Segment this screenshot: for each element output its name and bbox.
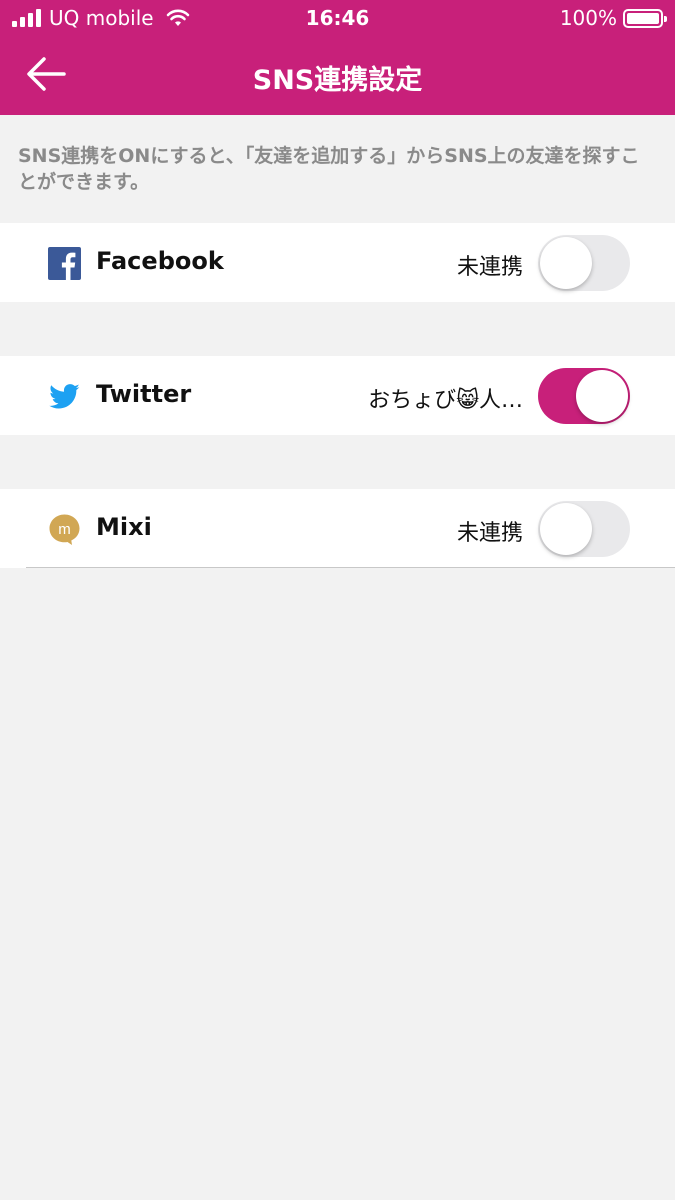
twitter-icon: [49, 384, 80, 409]
mixi-status: 未連携: [456, 521, 523, 546]
facebook-row: Facebook 未連携: [0, 223, 675, 302]
svg-text:m: m: [58, 521, 71, 538]
toggle-knob: [540, 503, 592, 555]
nav-bar: SNS連携設定: [0, 36, 675, 115]
status-right: 100%: [559, 6, 667, 30]
facebook-status: 未連携: [456, 255, 523, 280]
facebook-icon: [48, 247, 81, 280]
mixi-row: m Mixi 未連携: [0, 489, 675, 568]
battery-icon: [623, 8, 667, 28]
facebook-label: Facebook: [96, 247, 224, 275]
page-title: SNS連携設定: [252, 65, 423, 96]
row-divider: [26, 567, 675, 568]
toggle-knob: [540, 237, 592, 289]
mixi-icon: m: [49, 514, 80, 545]
twitter-status: おちょび😸人…: [368, 388, 523, 413]
twitter-row: Twitter おちょび😸人…: [0, 356, 675, 435]
mixi-toggle[interactable]: [538, 501, 630, 557]
twitter-label: Twitter: [96, 380, 192, 408]
description-text: SNS連携をONにすると、「友達を追加する」からSNS上の友達を探すことができま…: [18, 145, 640, 193]
battery-percent: 100%: [559, 6, 617, 30]
mixi-label: Mixi: [96, 513, 152, 541]
toggle-knob: [576, 370, 628, 422]
facebook-toggle[interactable]: [538, 235, 630, 291]
twitter-toggle[interactable]: [538, 368, 630, 424]
app-header: UQ mobile 16:46 100% SNS連携設定: [0, 0, 675, 115]
status-bar: UQ mobile 16:46 100%: [0, 0, 675, 36]
